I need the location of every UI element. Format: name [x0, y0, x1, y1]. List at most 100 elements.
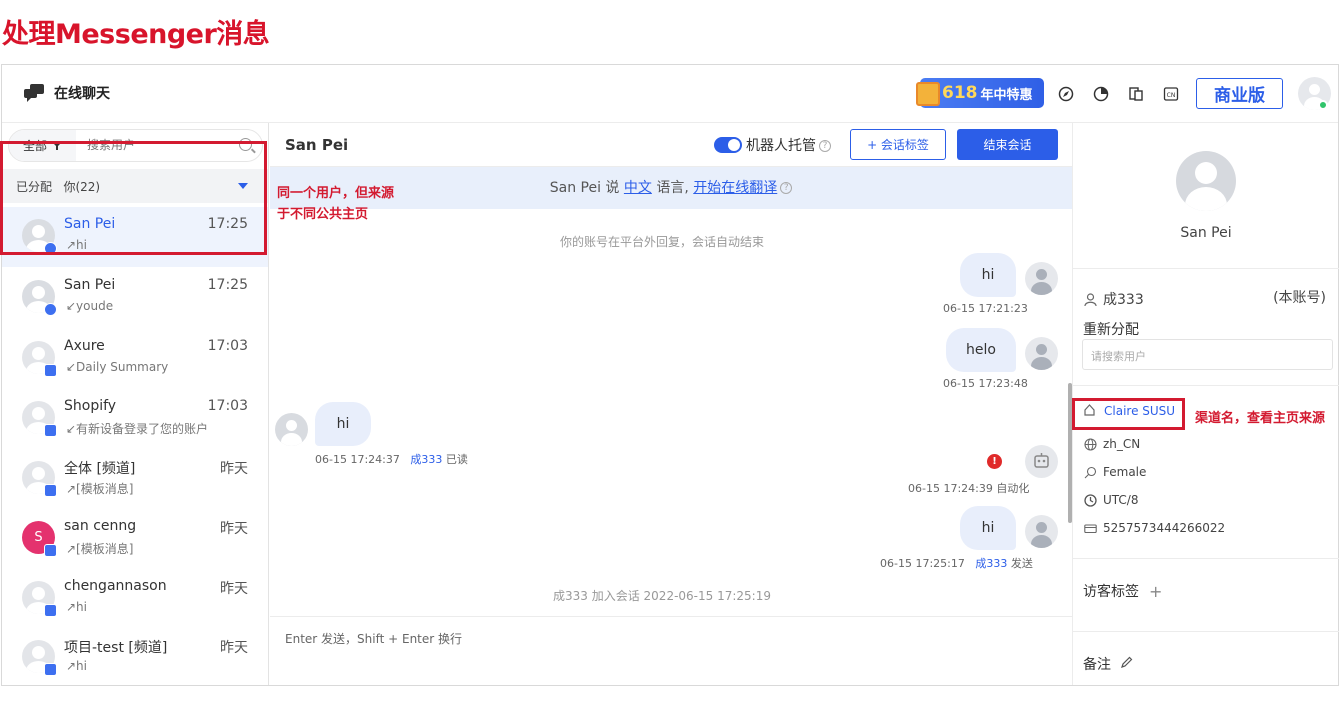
agent-name: 成333	[1103, 292, 1144, 308]
reassign-label: 重新分配	[1083, 322, 1139, 338]
pie-chart-icon[interactable]	[1091, 84, 1111, 104]
translate-mid: 语言,	[651, 180, 694, 196]
gift-icon	[916, 82, 940, 106]
conversation-item[interactable]: S san cenng 昨天 ↗[模板消息]	[2, 509, 268, 569]
message-bubble: helo	[946, 328, 1016, 372]
language-link[interactable]: 中文	[624, 180, 652, 196]
business-edition-button[interactable]: 商业版	[1196, 78, 1283, 109]
brand-label: 在线聊天	[54, 86, 110, 102]
conversation-preview: ↗hi	[66, 659, 87, 673]
agent-avatar	[1025, 262, 1058, 295]
edit-icon[interactable]	[1121, 656, 1133, 672]
gender-icon	[1083, 465, 1097, 479]
add-tag-icon[interactable]: +	[1149, 582, 1162, 601]
system-message: 你的账号在平台外回复，会话自动结束	[559, 235, 764, 249]
online-status-dot	[1318, 100, 1328, 110]
email-icon	[44, 424, 57, 437]
divider	[1073, 558, 1339, 559]
robot-icon	[1025, 445, 1058, 478]
chat-bubbles-icon	[24, 84, 46, 102]
visitor-name: San Pei	[1180, 225, 1232, 241]
conversation-name: Axure	[64, 338, 105, 354]
email-icon	[44, 364, 57, 377]
message-time: 06-15 17:25:17	[880, 557, 965, 570]
conversation-preview: ↙youde	[66, 299, 114, 313]
annotation-note-right: 渠道名，查看主页来源	[1195, 411, 1326, 426]
messenger-icon	[44, 303, 57, 316]
timezone-value: UTC/8	[1103, 493, 1139, 507]
message-bubble: hi	[960, 506, 1016, 550]
message-meta: 06-15 17:24:37 成333 已读	[315, 451, 468, 467]
annotation-note-left: 同一个用户，但来源于不同公共主页	[277, 186, 395, 222]
conversation-item[interactable]: Shopify 17:03 ↙有新设备登录了您的账户	[2, 389, 268, 449]
conversation-time: 17:03	[207, 338, 248, 354]
chat-header: San Pei 机器人托管? + 会话标签 结束会话	[270, 123, 1072, 167]
conversation-time: 昨天	[220, 581, 248, 597]
divider	[1073, 385, 1339, 386]
slack-icon	[44, 663, 57, 676]
conversation-item[interactable]: chengannason 昨天 ↗hi	[2, 569, 268, 629]
compass-icon[interactable]	[1056, 84, 1076, 104]
message-user[interactable]: 成333	[410, 453, 442, 466]
copy-icon[interactable]	[1126, 84, 1146, 104]
gender-row: Female	[1083, 465, 1146, 479]
conversation-item[interactable]: 项目-test [频道] 昨天 ↗hi	[2, 628, 268, 688]
session-tag-button[interactable]: + 会话标签	[850, 129, 946, 160]
conversation-name: san cenng	[64, 518, 137, 534]
locale-value: zh_CN	[1103, 437, 1141, 451]
error-icon[interactable]: !	[987, 454, 1002, 469]
globe-icon	[1083, 437, 1097, 451]
message-time: 06-15 17:24:37	[315, 453, 400, 466]
composer-hint: Enter 发送，Shift + Enter 换行	[285, 632, 463, 646]
conversation-item[interactable]: Axure 17:03 ↙Daily Summary	[2, 329, 268, 389]
notes-label: 备注	[1083, 657, 1111, 673]
message-user[interactable]: 成333	[975, 557, 1007, 570]
conversation-preview: ↗hi	[66, 600, 87, 614]
visitor-avatar	[1176, 151, 1236, 211]
visitor-tags: 访客标签 +	[1083, 581, 1162, 601]
page-title: 处理Messenger消息	[2, 19, 270, 50]
conversation-name: chengannason	[64, 578, 167, 594]
message-composer[interactable]: Enter 发送，Shift + Enter 换行	[270, 616, 1072, 685]
bot-hosting-toggle[interactable]	[714, 137, 742, 153]
message-bubble: hi	[960, 253, 1016, 297]
conversation-item[interactable]: San Pei 17:25 ↙youde	[2, 268, 268, 328]
conversation-time: 昨天	[220, 640, 248, 656]
conversation-name: 全体 [频道]	[64, 461, 136, 477]
message-status: 发送	[1010, 557, 1033, 570]
translate-prefix: San Pei 说	[549, 180, 624, 196]
assigned-agent: 成333	[1083, 289, 1144, 309]
divider	[1073, 631, 1339, 632]
help-icon[interactable]: ?	[819, 140, 831, 152]
promo-number: 618	[942, 83, 978, 103]
message-status: 已读	[445, 453, 468, 466]
agent-avatar	[1025, 337, 1058, 370]
conversation-preview: ↙Daily Summary	[66, 360, 169, 374]
conversation-name: Shopify	[64, 398, 117, 414]
message-meta: 06-15 17:25:17 成333 发送	[880, 555, 1033, 571]
help-icon[interactable]: ?	[780, 182, 793, 194]
conversation-preview: ↗[模板消息]	[66, 482, 134, 496]
visitor-tags-label: 访客标签	[1083, 584, 1139, 600]
timezone-row: UTC/8	[1083, 493, 1138, 507]
reassign-input[interactable]: 请搜索用户	[1082, 339, 1333, 370]
visitor-avatar	[275, 413, 308, 446]
account-label: (本账号)	[1273, 290, 1326, 306]
id-row: 5257573444266022	[1083, 521, 1225, 535]
start-translation-link[interactable]: 开始在线翻译	[693, 180, 777, 196]
message-meta: 06-15 17:21:23	[943, 302, 1028, 315]
conversation-item[interactable]: 全体 [频道] 昨天 ↗[模板消息]	[2, 449, 268, 509]
promo-banner[interactable]: 618 年中特惠	[916, 78, 1044, 108]
bot-hosting-text: 机器人托管	[746, 138, 816, 154]
svg-text:CN: CN	[1167, 92, 1176, 99]
gender-value: Female	[1103, 465, 1147, 479]
language-icon[interactable]: CN	[1161, 84, 1181, 104]
end-session-button[interactable]: 结束会话	[957, 129, 1058, 160]
annotation-box-left	[0, 141, 267, 255]
conversation-time: 17:03	[207, 398, 248, 414]
conversation-time: 昨天	[220, 461, 248, 477]
conversation-preview: ↗[模板消息]	[66, 542, 134, 556]
conversation-name: 项目-test [频道]	[64, 640, 168, 656]
message-meta: 06-15 17:23:48	[943, 377, 1028, 390]
brand[interactable]: 在线聊天	[24, 83, 110, 103]
